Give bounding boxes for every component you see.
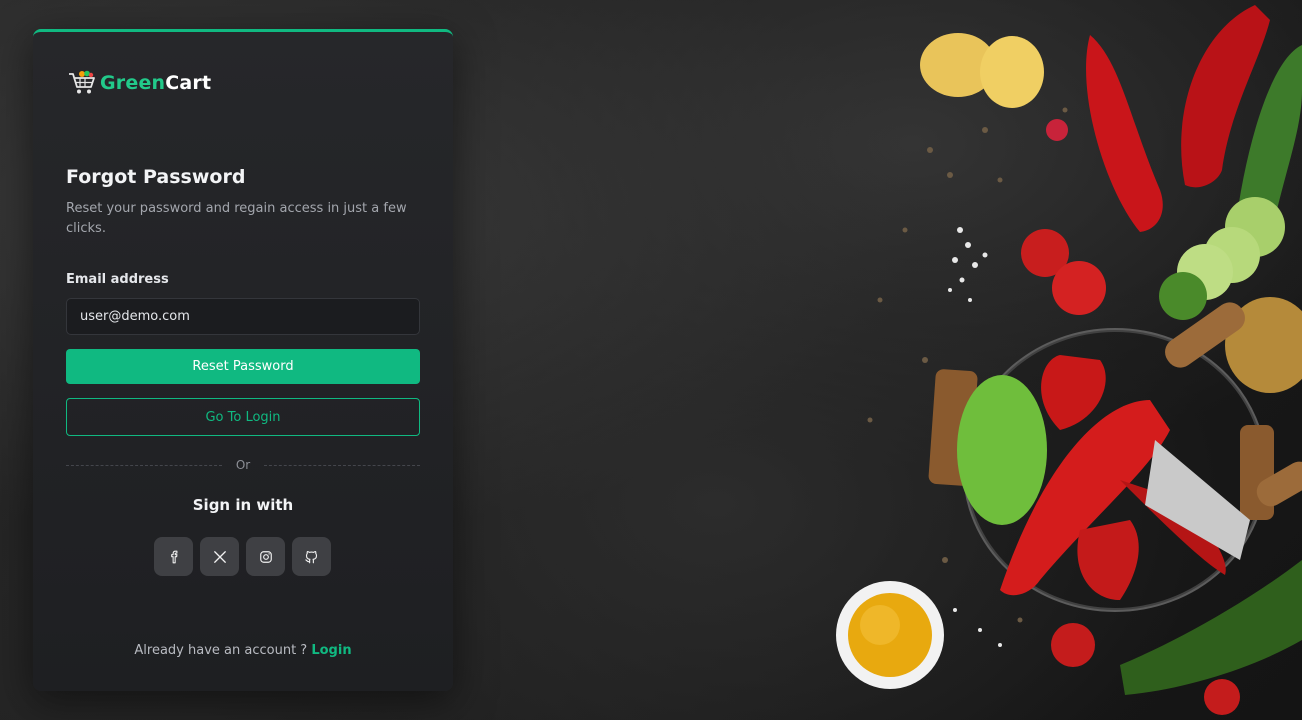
footer-prompt: Already have an account ? Login	[33, 643, 453, 658]
page-subtitle: Reset your password and regain access in…	[66, 201, 407, 236]
divider-line-left	[66, 464, 222, 466]
github-icon	[305, 551, 318, 564]
email-label: Email address	[66, 272, 169, 287]
github-login-button[interactable]	[292, 537, 331, 576]
x-icon	[213, 550, 226, 563]
or-divider: Or	[66, 457, 421, 473]
social-login-group	[154, 537, 331, 576]
facebook-icon	[170, 550, 177, 563]
greencart-logo[interactable]: GreenCart	[68, 70, 211, 96]
brand-name: GreenCart	[100, 72, 212, 94]
page-title: Forgot Password	[66, 166, 246, 188]
cart-icon	[69, 70, 95, 94]
divider-line-right	[264, 464, 421, 466]
reset-password-button[interactable]: Reset Password	[66, 349, 420, 384]
x-login-button[interactable]	[200, 537, 239, 576]
go-to-login-button[interactable]: Go To Login	[66, 398, 420, 436]
divider-label: Or	[235, 458, 251, 472]
footer-text: Already have an account ?	[134, 643, 308, 658]
email-field[interactable]	[66, 298, 420, 335]
login-link[interactable]: Login	[311, 643, 351, 658]
forgot-password-card: GreenCart Forgot Password Reset your pas…	[33, 29, 453, 691]
sign-in-with-heading: Sign in with	[192, 496, 294, 514]
facebook-login-button[interactable]	[154, 537, 193, 576]
instagram-icon	[259, 550, 272, 563]
instagram-login-button[interactable]	[246, 537, 285, 576]
